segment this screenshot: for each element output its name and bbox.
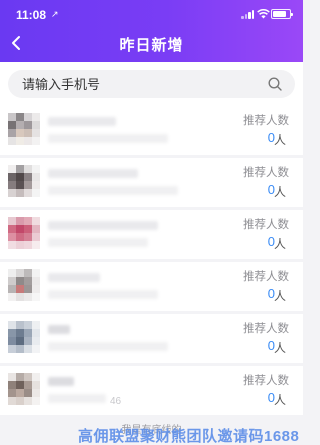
blurred-info bbox=[48, 394, 106, 403]
rec-count-unit: 人 bbox=[273, 289, 286, 303]
blurred-info bbox=[48, 134, 168, 143]
blurred-name bbox=[48, 169, 138, 178]
search-icon[interactable] bbox=[267, 76, 283, 92]
rec-count-label: 推荐人数 bbox=[243, 167, 289, 179]
avatar bbox=[8, 113, 40, 145]
avatar bbox=[8, 373, 40, 405]
blurred-info bbox=[48, 186, 178, 195]
rec-count-label: 推荐人数 bbox=[243, 375, 289, 387]
member-list: 推荐人数 0 人 推荐人数 0 人 推荐人数 0 人 推荐人数 0 人 推荐人数… bbox=[0, 106, 303, 418]
rec-count-label: 推荐人数 bbox=[243, 219, 289, 231]
rec-count-unit: 人 bbox=[273, 341, 286, 355]
list-item[interactable]: 推荐人数 0 人 bbox=[0, 314, 303, 363]
location-arrow-icon: ↗ bbox=[51, 9, 59, 19]
nav-bar: 昨日新增 bbox=[0, 26, 303, 62]
list-item[interactable]: 推荐人数 0 人 bbox=[0, 262, 303, 311]
top-header: 11:08 ↗ 昨日新增 bbox=[0, 0, 303, 62]
avatar bbox=[8, 321, 40, 353]
blurred-info bbox=[48, 342, 168, 351]
rec-count-unit: 人 bbox=[273, 133, 286, 147]
list-item[interactable]: 推荐人数 0 人 bbox=[0, 106, 303, 155]
list-item[interactable]: 46 推荐人数 0 人 bbox=[0, 366, 303, 415]
signal-icon bbox=[241, 10, 255, 19]
avatar bbox=[8, 165, 40, 197]
status-bar: 11:08 ↗ bbox=[0, 0, 303, 26]
blurred-name bbox=[48, 325, 70, 334]
rec-count-label: 推荐人数 bbox=[243, 271, 289, 283]
rec-count-label: 推荐人数 bbox=[243, 115, 289, 127]
status-indicators bbox=[231, 8, 293, 20]
blurred-info bbox=[48, 238, 148, 247]
watermark-text: 高佣联盟聚财熊团队邀请码1688 bbox=[78, 428, 300, 445]
page-title: 昨日新增 bbox=[119, 37, 184, 54]
rec-count-label: 推荐人数 bbox=[243, 323, 289, 335]
status-time: 11:08 bbox=[16, 8, 47, 22]
rec-count-unit: 人 bbox=[273, 237, 286, 251]
search-bar bbox=[0, 62, 303, 106]
list-item[interactable]: 推荐人数 0 人 bbox=[0, 210, 303, 259]
battery-icon bbox=[271, 9, 293, 19]
wifi-icon bbox=[257, 8, 270, 19]
phone-search-input[interactable] bbox=[22, 70, 252, 98]
rec-count-unit: 人 bbox=[273, 393, 286, 407]
rec-count-unit: 人 bbox=[273, 185, 286, 199]
blurred-name bbox=[48, 273, 100, 282]
list-item[interactable]: 推荐人数 0 人 bbox=[0, 158, 303, 207]
blurred-name bbox=[48, 117, 116, 126]
blurred-name bbox=[48, 221, 158, 230]
avatar bbox=[8, 269, 40, 301]
search-box bbox=[8, 70, 295, 98]
partial-phone-tail: 46 bbox=[110, 396, 122, 407]
blurred-info bbox=[48, 290, 158, 299]
avatar bbox=[8, 217, 40, 249]
blurred-name bbox=[48, 377, 74, 386]
